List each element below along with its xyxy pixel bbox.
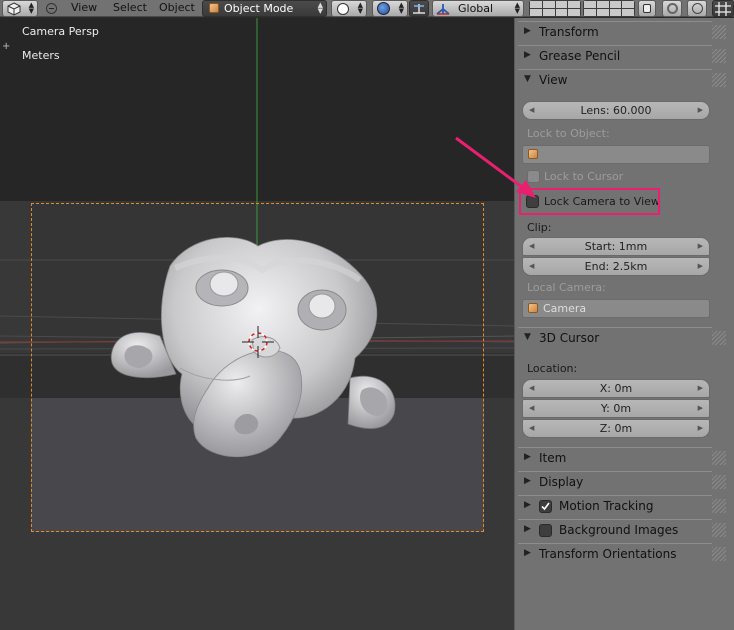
increment-arrow-icon[interactable]: ▶ bbox=[698, 238, 703, 255]
snap-grid-icon bbox=[715, 2, 731, 16]
panel-drag-grip-icon[interactable] bbox=[712, 73, 726, 87]
editor-type-button[interactable]: ▲ ▼ bbox=[2, 0, 38, 17]
viewport-shading-button[interactable]: ▲ ▼ bbox=[331, 0, 367, 17]
collapsed-triangle-icon: ▶ bbox=[524, 548, 531, 558]
orientation-label: Global bbox=[458, 2, 494, 15]
panel-drag-grip-icon[interactable] bbox=[712, 451, 726, 465]
collapsed-triangle-icon: ▶ bbox=[524, 26, 531, 36]
units-label: Meters bbox=[22, 49, 60, 62]
mode-selector[interactable]: Object Mode ▲ ▼ bbox=[202, 0, 327, 17]
layers-grid-1[interactable] bbox=[529, 0, 581, 17]
motion-tracking-checkbox[interactable] bbox=[539, 500, 552, 513]
annotation-highlight-box bbox=[519, 188, 660, 215]
cursor-x-field[interactable]: ◀ X: 0m ▶ bbox=[522, 379, 710, 398]
panel-header-motion-tracking[interactable]: ▶ Motion Tracking bbox=[518, 495, 726, 517]
pivot-point-button[interactable]: ▲ ▼ bbox=[372, 0, 408, 17]
local-camera-field[interactable]: Camera bbox=[522, 299, 710, 318]
decrement-arrow-icon[interactable]: ◀ bbox=[529, 420, 534, 437]
panel-header-display[interactable]: ▶ Display bbox=[518, 471, 726, 493]
cursor-z-field[interactable]: ◀ Z: 0m ▶ bbox=[522, 419, 710, 438]
layers-grid-2[interactable] bbox=[583, 0, 635, 17]
panel-header-view[interactable]: ▼ View bbox=[518, 69, 726, 91]
snap-button[interactable] bbox=[712, 0, 734, 17]
cube-icon bbox=[7, 2, 21, 16]
expanded-triangle-icon: ▼ bbox=[524, 74, 531, 84]
decrement-arrow-icon[interactable]: ◀ bbox=[529, 238, 534, 255]
updown-arrows-icon: ▲ ▼ bbox=[28, 1, 34, 15]
collapse-menu-icon[interactable] bbox=[46, 3, 57, 14]
panel-header-3d-cursor[interactable]: ▼ 3D Cursor bbox=[518, 327, 726, 349]
panel-drag-grip-icon[interactable] bbox=[712, 49, 726, 63]
updown-arrows-icon: ▲ ▼ bbox=[514, 1, 520, 15]
render-preview-button[interactable] bbox=[662, 0, 682, 17]
lock-to-cursor-checkbox[interactable] bbox=[527, 170, 540, 183]
proportional-edit-button[interactable] bbox=[687, 0, 707, 17]
lock-icon bbox=[643, 4, 651, 13]
lock-to-object-label: Lock to Object: bbox=[527, 127, 610, 140]
viewport-header: ▲ ▼ View Select Object Object Mode ▲ ▼ ▲ ▼ … bbox=[0, 0, 734, 17]
increment-arrow-icon[interactable]: ▶ bbox=[698, 420, 703, 437]
collapsed-triangle-icon: ▶ bbox=[524, 476, 531, 486]
cursor-y-field[interactable]: ◀ Y: 0m ▶ bbox=[522, 399, 710, 418]
decrement-arrow-icon[interactable]: ◀ bbox=[529, 400, 534, 417]
panel-drag-grip-icon[interactable] bbox=[712, 25, 726, 39]
lock-to-object-field[interactable] bbox=[522, 145, 710, 164]
collapsed-triangle-icon: ▶ bbox=[524, 500, 531, 510]
clip-start-field[interactable]: ◀ Start: 1mm ▶ bbox=[522, 237, 710, 256]
increment-arrow-icon[interactable]: ▶ bbox=[698, 258, 703, 275]
pivot-icon bbox=[377, 2, 390, 15]
panel-drag-grip-icon[interactable] bbox=[712, 547, 726, 561]
panel-header-background-images[interactable]: ▶ Background Images bbox=[518, 519, 726, 541]
menu-view[interactable]: View bbox=[71, 1, 97, 14]
panel-header-transform[interactable]: ▶ Transform bbox=[518, 21, 726, 43]
clip-label: Clip: bbox=[527, 221, 552, 234]
solid-sphere-icon bbox=[337, 3, 349, 15]
background-images-checkbox[interactable] bbox=[539, 524, 552, 537]
panel-drag-grip-icon[interactable] bbox=[712, 523, 726, 537]
increment-arrow-icon[interactable]: ▶ bbox=[698, 102, 703, 119]
lock-layers-button[interactable] bbox=[638, 0, 656, 17]
checkmark-icon bbox=[541, 502, 550, 511]
proportional-icon bbox=[692, 3, 703, 14]
camera-object-icon bbox=[528, 303, 538, 313]
updown-arrows-icon: ▲ ▼ bbox=[398, 1, 404, 15]
increment-arrow-icon[interactable]: ▶ bbox=[698, 400, 703, 417]
3d-viewport[interactable]: Camera Persp Meters + bbox=[0, 18, 514, 630]
3d-cursor-icon bbox=[242, 326, 274, 358]
decrement-arrow-icon[interactable]: ◀ bbox=[529, 380, 534, 397]
panel-header-grease-pencil[interactable]: ▶ Grease Pencil bbox=[518, 45, 726, 67]
manipulator-icon bbox=[413, 4, 425, 14]
render-icon bbox=[667, 3, 678, 14]
updown-arrows-icon: ▲ ▼ bbox=[357, 1, 363, 15]
orientation-icon bbox=[436, 4, 450, 15]
lock-to-cursor-label: Lock to Cursor bbox=[544, 170, 624, 183]
local-camera-label: Local Camera: bbox=[527, 281, 606, 294]
menu-select[interactable]: Select bbox=[113, 1, 147, 14]
increment-arrow-icon[interactable]: ▶ bbox=[698, 380, 703, 397]
menu-object[interactable]: Object bbox=[159, 1, 195, 14]
transform-orientation-selector[interactable]: Global ▲ ▼ bbox=[432, 0, 524, 17]
clip-end-field[interactable]: ◀ End: 2.5km ▶ bbox=[522, 257, 710, 276]
decrement-arrow-icon[interactable]: ◀ bbox=[529, 102, 534, 119]
decrement-arrow-icon[interactable]: ◀ bbox=[529, 258, 534, 275]
panel-header-item[interactable]: ▶ Item bbox=[518, 447, 726, 469]
panel-drag-grip-icon[interactable] bbox=[712, 475, 726, 489]
location-label: Location: bbox=[527, 362, 578, 375]
object-mode-icon bbox=[209, 3, 219, 13]
object-cube-icon bbox=[528, 149, 538, 159]
panel-drag-grip-icon[interactable] bbox=[712, 499, 726, 513]
add-tool-shelf-icon[interactable]: + bbox=[2, 41, 10, 52]
panel-header-transform-orientations[interactable]: ▶ Transform Orientations bbox=[518, 543, 726, 565]
mode-label: Object Mode bbox=[224, 2, 294, 15]
panel-drag-grip-icon[interactable] bbox=[712, 331, 726, 345]
lens-field[interactable]: ◀ Lens: 60.000 ▶ bbox=[522, 101, 710, 120]
manipulator-toggle[interactable] bbox=[409, 0, 429, 17]
updown-arrows-icon: ▲ ▼ bbox=[317, 1, 323, 15]
collapsed-triangle-icon: ▶ bbox=[524, 452, 531, 462]
collapsed-triangle-icon: ▶ bbox=[524, 524, 531, 534]
expanded-triangle-icon: ▼ bbox=[524, 332, 531, 342]
collapsed-triangle-icon: ▶ bbox=[524, 50, 531, 60]
view-name-label: Camera Persp bbox=[22, 25, 99, 38]
